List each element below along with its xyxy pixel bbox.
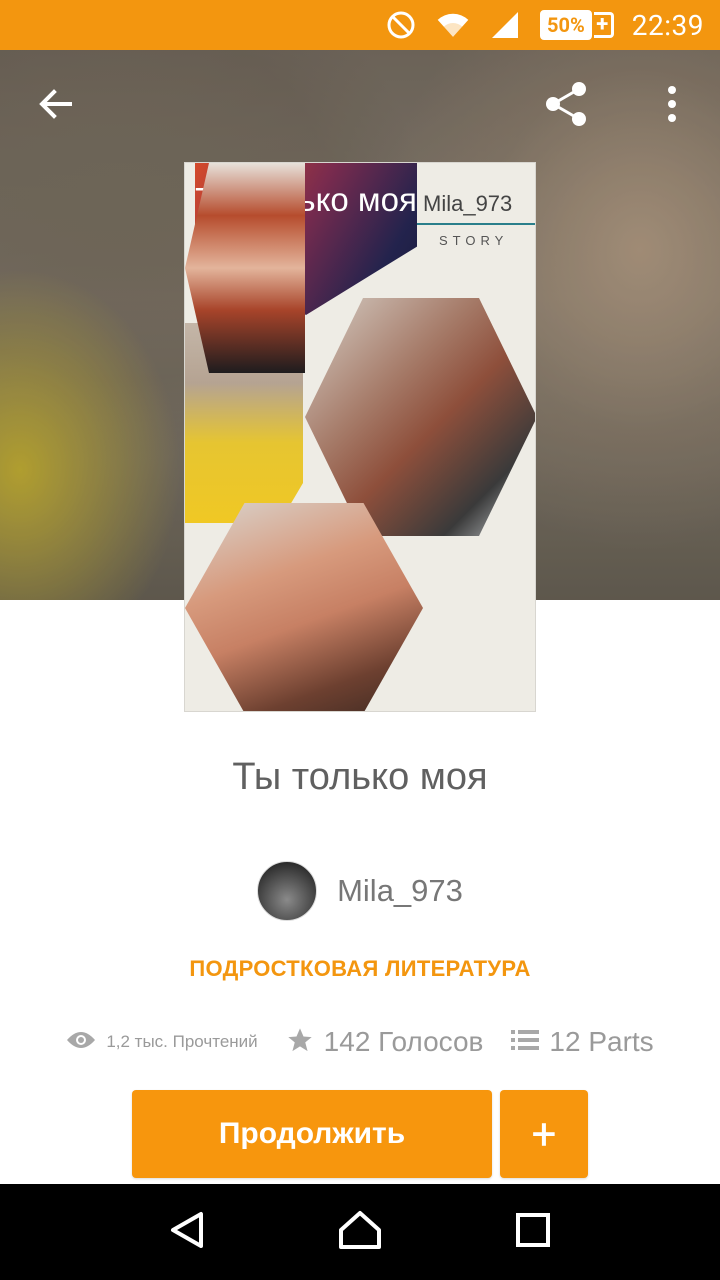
eye-icon	[66, 1030, 96, 1055]
more-vert-icon	[666, 86, 678, 126]
system-navigation-bar	[0, 1184, 720, 1280]
reads-stat: 1,2 тыс. Прочтений	[66, 1030, 258, 1055]
author-link[interactable]: Mila_973	[0, 860, 720, 922]
charging-plus-icon: +	[593, 12, 614, 38]
status-time: 22:39	[631, 8, 704, 42]
cover-subtitle: STORY	[439, 233, 509, 248]
list-icon	[511, 1028, 540, 1057]
add-to-library-button[interactable]: +	[500, 1090, 588, 1178]
do-not-disturb-icon	[384, 8, 418, 42]
share-icon	[541, 79, 591, 133]
category-link[interactable]: ПОДРОСТКОВАЯ ЛИТЕРАТУРА	[0, 956, 720, 982]
wifi-icon	[436, 8, 470, 42]
back-button[interactable]	[26, 76, 86, 136]
status-bar: 50% + 22:39	[0, 0, 720, 50]
parts-stat[interactable]: 12 Parts	[511, 1026, 654, 1058]
book-title: Ты только моя	[232, 756, 488, 798]
cover-photo-kiss	[305, 298, 535, 536]
nav-recents-button[interactable]	[503, 1202, 563, 1262]
cover-photo-portrait	[185, 163, 305, 373]
cover-divider	[417, 223, 535, 225]
star-icon	[286, 1026, 314, 1059]
author-name[interactable]: Mila_973	[337, 873, 463, 909]
votes-count: 142 Голосов	[323, 1026, 484, 1057]
reads-count: 1,2 тыс. Прочтений	[106, 1032, 258, 1051]
cover-author: Mila_973	[423, 191, 513, 216]
nav-back-button[interactable]	[157, 1202, 217, 1262]
nav-home-button[interactable]	[330, 1202, 390, 1262]
plus-icon: +	[531, 1108, 557, 1160]
votes-stat: 142 Голосов	[286, 1026, 484, 1059]
home-icon	[338, 1210, 382, 1254]
battery-charging-icon: 50% +	[540, 10, 614, 40]
author-avatar[interactable]	[257, 861, 318, 921]
continue-reading-button[interactable]: Продолжить	[132, 1090, 492, 1178]
arrow-left-icon	[38, 86, 74, 126]
book-stats: 1,2 тыс. Прочтений 142 Голосов 12 Parts	[0, 1020, 720, 1064]
book-cover[interactable]: Ты только моя Mila_973 STORY	[184, 162, 536, 712]
square-recents-icon	[515, 1212, 551, 1252]
battery-level: 50%	[540, 10, 592, 40]
parts-count[interactable]: 12 Parts	[549, 1026, 653, 1058]
share-button[interactable]	[536, 76, 596, 136]
triangle-back-icon	[167, 1210, 207, 1254]
more-options-button[interactable]	[642, 76, 702, 136]
signal-icon	[488, 8, 522, 42]
